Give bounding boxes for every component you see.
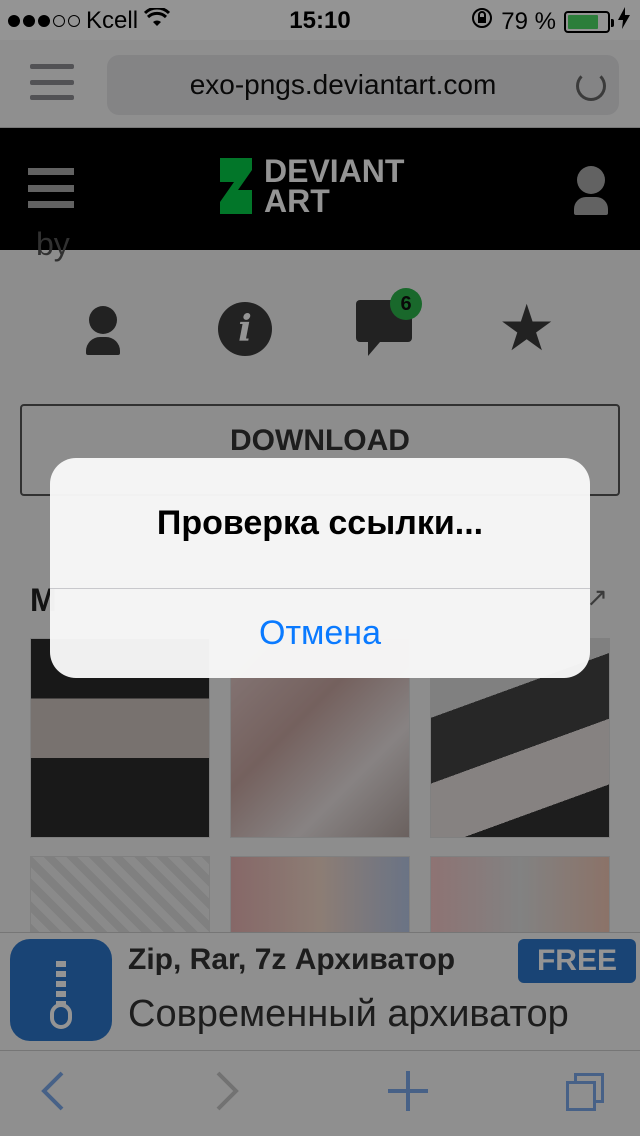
alert-message: Проверка ссылки... [156,503,484,542]
alert-dialog: Проверка ссылки... Отмена [50,458,590,678]
cancel-button[interactable]: Отмена [50,589,590,678]
